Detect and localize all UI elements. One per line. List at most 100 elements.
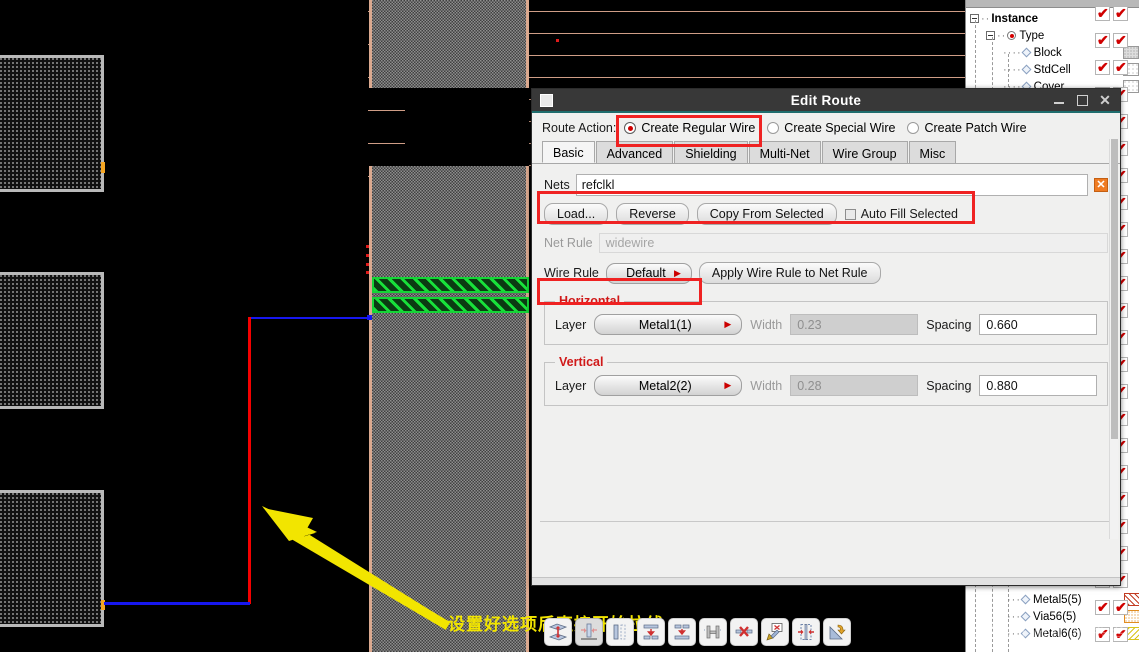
paint-wire-icon[interactable] (761, 618, 789, 646)
visible-checkbox[interactable] (1095, 32, 1110, 48)
checkbox-row[interactable] (1095, 54, 1137, 81)
nets-label: Nets (544, 178, 570, 192)
checkbox-row[interactable] (1095, 0, 1137, 27)
pin-dot (366, 245, 369, 248)
diamond-icon[interactable] (1021, 47, 1032, 58)
chevron-right-icon: ▶ (724, 380, 732, 390)
close-icon[interactable]: ✕ (1099, 93, 1111, 107)
pin-marker (101, 162, 105, 173)
expand-width-icon[interactable] (792, 618, 820, 646)
radio-create-patch-wire-label[interactable]: Create Patch Wire (924, 121, 1026, 135)
vertical-wire-icon[interactable] (606, 618, 634, 646)
tab-wire-group[interactable]: Wire Group (821, 141, 908, 163)
horizontal-row: Layer Metal1(1) ▶ Width 0.23 Spacing 0.6… (555, 314, 1097, 335)
screen: 设置好选项后直接开始拉线 ·· Instance ·· Type ···· (0, 0, 1139, 652)
net-rule-value: widewire (598, 233, 1108, 253)
tree-item-label: Type (1019, 29, 1045, 42)
vertical-spacing-input[interactable]: 0.880 (979, 375, 1097, 396)
macro-block[interactable] (0, 490, 104, 627)
split-down-icon[interactable] (668, 618, 696, 646)
auto-fill-selected-checkbox[interactable] (844, 208, 856, 220)
dialog-titlebar[interactable]: Edit Route ✕ (532, 89, 1120, 111)
radio-icon[interactable] (1007, 31, 1017, 40)
visible-checkbox[interactable] (1095, 5, 1110, 21)
tab-bar[interactable]: Basic Advanced Shielding Multi-Net Wire … (532, 141, 1120, 164)
selectable-checkbox[interactable] (1113, 59, 1128, 75)
watermark: CSDN @IC拓荒者 (972, 622, 1128, 644)
vertical-layer-dropdown[interactable]: Metal2(2) ▶ (594, 375, 743, 396)
tab-label: Wire Group (832, 146, 897, 161)
dialog-scrollbar[interactable] (1109, 139, 1118, 539)
tab-basic[interactable]: Basic (542, 141, 595, 163)
tab-label: Basic (553, 146, 584, 160)
delete-wire-icon[interactable] (730, 618, 758, 646)
selectable-checkbox[interactable] (1113, 32, 1128, 48)
selectable-checkbox[interactable] (1113, 599, 1128, 615)
radio-create-special-wire-label[interactable]: Create Special Wire (784, 121, 895, 135)
route-wire-vertical[interactable] (248, 317, 251, 604)
horizontal-spacing-input[interactable]: 0.660 (979, 314, 1097, 335)
horizontal-layer-label: Layer (555, 317, 587, 332)
apply-wire-rule-button[interactable]: Apply Wire Rule to Net Rule (698, 262, 881, 284)
load-button[interactable]: Load... (544, 203, 609, 225)
tab-misc[interactable]: Misc (908, 141, 957, 163)
horizontal-layer-value: Metal1(1) (638, 317, 692, 332)
vertical-width-label: Width (750, 378, 783, 393)
macro-block[interactable] (0, 272, 104, 409)
yellow-arrow-icon (262, 506, 450, 630)
diamond-icon[interactable] (1021, 64, 1032, 75)
checkbox-row[interactable] (1095, 27, 1137, 54)
route-tools-toolbar[interactable] (544, 618, 851, 646)
pin-dot (366, 254, 369, 257)
route-wire-horizontal[interactable] (104, 602, 250, 605)
horizontal-spacing-label: Spacing (926, 317, 972, 332)
copy-from-selected-button[interactable]: Copy From Selected (696, 203, 837, 225)
visible-checkbox[interactable] (1095, 59, 1110, 75)
pin-dot (366, 271, 369, 274)
tab-multi-net[interactable]: Multi-Net (748, 141, 821, 163)
route-wire-horizontal[interactable] (249, 317, 371, 319)
expander-icon[interactable] (986, 31, 995, 40)
merge-down-icon[interactable] (637, 618, 665, 646)
vertical-group: Vertical Layer Metal2(2) ▶ Width 0.28 Sp… (544, 355, 1108, 406)
horizontal-layer-dropdown[interactable]: Metal1(1) ▶ (594, 314, 743, 335)
horizontal-legend: Horizontal (559, 294, 621, 308)
tab-shielding[interactable]: Shielding (674, 141, 748, 163)
minimize-icon[interactable] (1053, 94, 1065, 106)
stack-layers-icon[interactable] (544, 618, 572, 646)
dialog-body: Route Action: Create Regular Wire Create… (532, 113, 1120, 646)
macro-block[interactable] (0, 55, 104, 192)
wire-rule-row: Wire Rule Default ▶ Apply Wire Rule to N… (544, 262, 1108, 284)
power-rail-strip[interactable] (369, 0, 529, 88)
pin-dot (366, 263, 369, 266)
radio-create-regular-wire-icon[interactable] (624, 122, 637, 134)
wire-rule-label: Wire Rule (544, 266, 599, 280)
wire-rule-dropdown[interactable]: Default ▶ (605, 262, 692, 284)
maximize-icon[interactable] (1076, 94, 1088, 106)
radio-create-patch-wire-icon[interactable] (907, 122, 920, 134)
radio-create-special-wire-icon[interactable] (767, 122, 780, 134)
chevron-right-icon: ▶ (724, 319, 732, 329)
horizontal-width-value: 0.23 (790, 314, 919, 335)
selectable-checkbox[interactable] (1113, 5, 1128, 21)
checkbox-row[interactable] (1095, 594, 1137, 621)
horizontal-group: Horizontal Layer Metal1(1) ▶ Width 0.23 … (544, 294, 1108, 345)
clear-x-icon[interactable]: ✕ (1094, 178, 1108, 192)
auto-fill-selected-label: Auto Fill Selected (860, 207, 958, 221)
taper-wire-icon[interactable] (823, 618, 851, 646)
nets-input[interactable]: refclkl (575, 174, 1088, 196)
visible-checkbox[interactable] (1095, 599, 1110, 615)
route-wire-endpoint (367, 315, 372, 320)
diamond-icon[interactable] (1020, 594, 1031, 605)
tab-advanced[interactable]: Advanced (595, 141, 674, 163)
radio-create-regular-wire-label[interactable]: Create Regular Wire (641, 121, 755, 135)
bridge-icon[interactable] (699, 618, 727, 646)
edit-route-dialog[interactable]: Edit Route ✕ Route Action: Create Regula… (531, 88, 1121, 646)
pin-dot (556, 39, 559, 42)
scrollbar-thumb[interactable] (1111, 139, 1118, 439)
tree-item-label: Block (1033, 46, 1062, 59)
auto-fill-selected-checkbox-row[interactable]: Auto Fill Selected (844, 207, 958, 221)
highlighted-net-band (372, 297, 529, 313)
reverse-button[interactable]: Reverse (616, 203, 689, 225)
center-between-icon[interactable] (575, 618, 603, 646)
